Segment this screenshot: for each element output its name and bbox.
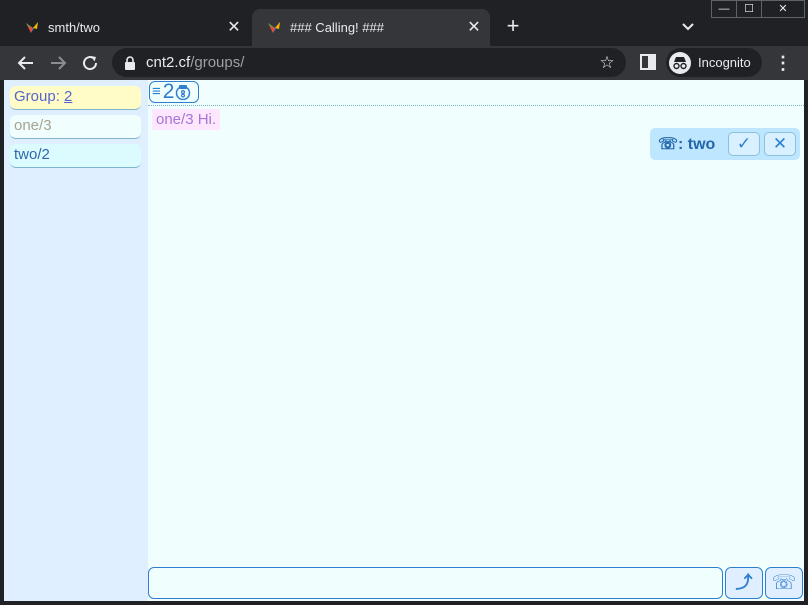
star-icon[interactable]: ☆ (598, 53, 616, 72)
group-header[interactable]: Group: 2 (10, 86, 141, 110)
message-input[interactable] (148, 567, 723, 599)
chat-topbar: ≡ 2 (148, 80, 804, 106)
url-text: cnt2.cf/groups/ (146, 54, 245, 71)
composer: ⤴ ☏ (148, 566, 804, 600)
reject-call-button[interactable]: ✕ (764, 132, 796, 156)
group-number-link[interactable]: 2 (64, 88, 72, 105)
close-icon[interactable]: ✕ (226, 19, 242, 36)
app-favicon (268, 21, 280, 33)
forward-arrow-icon (51, 56, 67, 70)
browser-tab-smth-two[interactable]: smth/two ✕ (10, 9, 250, 46)
address-bar[interactable]: cnt2.cf/groups/ ☆ (112, 48, 626, 77)
call-button[interactable]: ☏ (765, 567, 803, 599)
incoming-call-panel: ☏: two ✓ ✕ (650, 128, 800, 160)
incognito-icon (669, 51, 691, 74)
caller-label: ☏: two (658, 136, 716, 153)
reload-button[interactable] (78, 51, 102, 75)
close-icon[interactable]: ✕ (466, 19, 482, 36)
accept-call-button[interactable]: ✓ (728, 132, 760, 156)
minimize-button[interactable]: — (711, 0, 737, 18)
close-window-button[interactable]: ✕ (761, 0, 805, 18)
back-button[interactable] (14, 51, 38, 75)
tab-title: ### Calling! ### (290, 20, 384, 35)
back-arrow-icon (17, 56, 33, 70)
menu-toggle-button[interactable]: ≡ 2 (149, 81, 199, 103)
tab-title: smth/two (48, 20, 101, 35)
browser-titlebar: smth/two ✕ ### Calling! ### ✕ + — ☐ ✕ (0, 0, 808, 46)
hamburger-icon: ≡ (152, 83, 161, 100)
page-viewport: Group: 2 one/3 two/2 ≡ 2 one/3 Hi. ☏: tw… (4, 80, 804, 601)
incognito-button[interactable]: Incognito (666, 48, 762, 77)
member-count: 2 (162, 80, 175, 103)
robot-badge-icon (176, 85, 191, 100)
sidebar-item-two[interactable]: two/2 (10, 144, 141, 168)
sidebar-item-one[interactable]: one/3 (10, 115, 141, 139)
browser-toolbar: cnt2.cf/groups/ ☆ Incognito ⋮ (0, 46, 808, 80)
sidebar: Group: 2 one/3 two/2 (4, 80, 148, 601)
group-label: Group: (14, 88, 65, 105)
browser-tab-calling[interactable]: ### Calling! ### ✕ (252, 9, 490, 46)
send-button[interactable]: ⤴ (725, 567, 763, 599)
forward-button[interactable] (46, 51, 70, 75)
lock-icon (125, 55, 135, 70)
app-favicon (26, 21, 38, 33)
side-panel-icon[interactable] (638, 52, 658, 72)
chevron-down-icon[interactable] (678, 16, 698, 36)
kebab-menu-icon[interactable]: ⋮ (774, 53, 792, 73)
profile-label: Incognito (698, 55, 751, 70)
chat-message: one/3 Hi. (152, 109, 221, 130)
chat-area: ≡ 2 one/3 Hi. ☏: two ✓ ✕ ⤴ ☏ (148, 80, 804, 601)
plus-icon[interactable]: + (502, 15, 524, 37)
reload-icon (83, 56, 98, 71)
maximize-button[interactable]: ☐ (736, 0, 762, 18)
